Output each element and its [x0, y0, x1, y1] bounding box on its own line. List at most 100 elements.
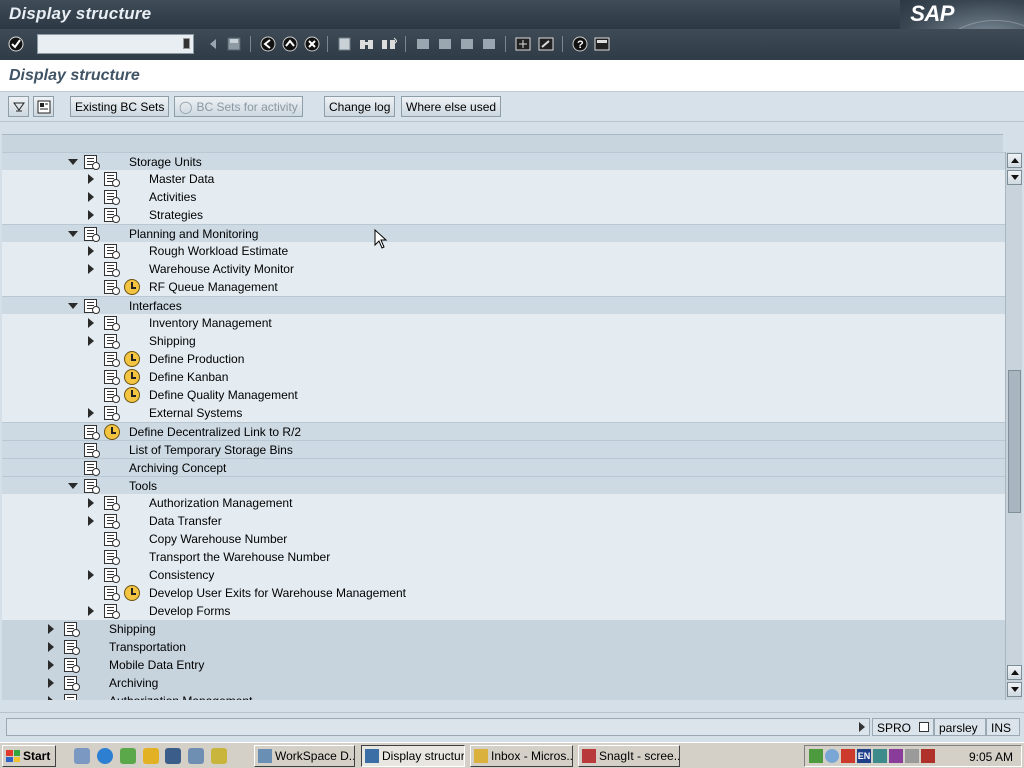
tree-node[interactable]: Strategies: [2, 206, 1005, 224]
documentation-icon[interactable]: [104, 244, 120, 259]
tree-node-label[interactable]: Inventory Management: [149, 316, 272, 330]
structure-tree[interactable]: Storage Units Master Data Activities Strate…: [2, 152, 1005, 700]
tree-node-label[interactable]: Rough Workload Estimate: [149, 244, 288, 258]
tree-node[interactable]: Archiving Concept: [2, 458, 1005, 476]
expanded-node-icon[interactable]: [68, 231, 78, 237]
tree-node-label[interactable]: Authorization Management: [109, 694, 252, 700]
last-page-icon[interactable]: [480, 35, 498, 53]
documentation-icon[interactable]: [84, 461, 100, 476]
snagit-quick-icon[interactable]: [211, 748, 227, 764]
tree-node-label[interactable]: Develop User Exits for Warehouse Managem…: [149, 586, 406, 600]
previous-page-icon[interactable]: [436, 35, 454, 53]
collapsed-node-icon[interactable]: [48, 624, 54, 634]
tree-node[interactable]: Define Decentralized Link to R/2: [2, 422, 1005, 440]
documentation-icon[interactable]: [64, 676, 80, 691]
tray-antivirus-icon[interactable]: [841, 749, 855, 763]
documentation-icon[interactable]: [104, 352, 120, 367]
tree-node-label[interactable]: Shipping: [149, 334, 196, 348]
tree-node-label[interactable]: Shipping: [109, 622, 156, 636]
tree-node-label[interactable]: Archiving: [109, 676, 158, 690]
folder-icon[interactable]: [143, 748, 159, 764]
tree-node-label[interactable]: Activities: [149, 190, 196, 204]
tree-node[interactable]: Shipping: [2, 620, 1005, 638]
command-field[interactable]: [37, 34, 194, 54]
documentation-icon[interactable]: [84, 155, 100, 170]
tray-alert-icon[interactable]: [921, 749, 935, 763]
documentation-icon[interactable]: [104, 496, 120, 511]
tray-messenger-icon[interactable]: [889, 749, 903, 763]
tree-node[interactable]: Transport the Warehouse Number: [2, 548, 1005, 566]
execute-activity-icon[interactable]: [124, 369, 140, 385]
documentation-icon[interactable]: [104, 190, 120, 205]
tree-node[interactable]: RF Queue Management: [2, 278, 1005, 296]
change-log-button[interactable]: Change log: [324, 96, 396, 117]
tray-volume-icon[interactable]: [825, 749, 839, 763]
documentation-icon[interactable]: [104, 568, 120, 583]
tree-node-label[interactable]: Planning and Monitoring: [129, 227, 258, 241]
media-icon[interactable]: [120, 748, 136, 764]
tree-node[interactable]: Copy Warehouse Number: [2, 530, 1005, 548]
tree-node-label[interactable]: Master Data: [149, 172, 214, 186]
status-expand-icon[interactable]: [859, 722, 865, 732]
tree-node[interactable]: Inventory Management: [2, 314, 1005, 332]
tree-node-label[interactable]: Authorization Management: [149, 496, 292, 510]
documentation-icon[interactable]: [64, 694, 77, 700]
tree-node-label[interactable]: Tools: [129, 479, 157, 493]
scrollbar-thumb[interactable]: [1008, 370, 1021, 513]
tree-node[interactable]: Transportation: [2, 638, 1005, 656]
create-session-icon[interactable]: [514, 35, 532, 53]
documentation-icon[interactable]: [64, 622, 80, 637]
tree-node-label[interactable]: Archiving Concept: [129, 461, 226, 475]
find-next-icon[interactable]: [380, 35, 398, 53]
collapsed-node-icon[interactable]: [88, 210, 94, 220]
documentation-icon[interactable]: [84, 443, 100, 458]
documentation-icon[interactable]: [104, 208, 120, 223]
documentation-icon[interactable]: [104, 370, 120, 385]
documentation-icon[interactable]: [64, 658, 80, 673]
documentation-icon[interactable]: [104, 388, 120, 403]
sap-logon-icon[interactable]: [165, 748, 181, 764]
transaction-field[interactable]: SPRO: [872, 718, 934, 736]
tree-node[interactable]: Mobile Data Entry: [2, 656, 1005, 674]
tray-network-icon[interactable]: [809, 749, 823, 763]
start-button[interactable]: Start: [2, 745, 56, 767]
tree-node[interactable]: Archiving: [2, 674, 1005, 692]
tree-node[interactable]: Authorization Management: [2, 494, 1005, 512]
command-input[interactable]: [38, 35, 178, 53]
where-else-used-button[interactable]: Where else used: [401, 96, 502, 117]
collapsed-node-icon[interactable]: [88, 408, 94, 418]
documentation-icon[interactable]: [104, 316, 120, 331]
vertical-scrollbar[interactable]: [1005, 152, 1022, 700]
system-info-icon[interactable]: [919, 722, 929, 732]
expanded-node-icon[interactable]: [68, 159, 78, 165]
documentation-icon[interactable]: [104, 334, 120, 349]
documentation-icon[interactable]: [84, 479, 100, 494]
language-indicator[interactable]: EN: [857, 749, 871, 763]
documentation-icon[interactable]: [104, 262, 120, 277]
taskbar-button-workspace[interactable]: WorkSpace D...: [254, 745, 355, 767]
tree-node[interactable]: External Systems: [2, 404, 1005, 422]
tree-node-label[interactable]: Interfaces: [129, 299, 182, 313]
tree-node[interactable]: Consistency: [2, 566, 1005, 584]
documentation-icon[interactable]: [104, 532, 120, 547]
tree-node-label[interactable]: Consistency: [149, 568, 214, 582]
bc-sets-for-activity-button[interactable]: ◯ BC Sets for activity: [174, 96, 303, 117]
collapsed-node-icon[interactable]: [88, 570, 94, 580]
documentation-icon[interactable]: [104, 550, 120, 565]
expanded-node-icon[interactable]: [68, 483, 78, 489]
documentation-icon[interactable]: [84, 299, 100, 314]
documentation-icon[interactable]: [104, 406, 120, 421]
help-icon[interactable]: ?: [571, 35, 589, 53]
tree-node[interactable]: Define Production: [2, 350, 1005, 368]
documentation-icon[interactable]: [84, 227, 100, 242]
tree-node[interactable]: Authorization Management: [2, 692, 1005, 700]
internet-explorer-icon[interactable]: [97, 748, 113, 764]
first-page-icon[interactable]: [414, 35, 432, 53]
collapsed-node-icon[interactable]: [88, 318, 94, 328]
documentation-icon[interactable]: [104, 514, 120, 529]
execute-activity-icon[interactable]: [124, 387, 140, 403]
tree-node[interactable]: Develop Forms: [2, 602, 1005, 620]
collapsed-node-icon[interactable]: [48, 678, 54, 688]
save-icon[interactable]: [225, 35, 243, 53]
next-page-icon[interactable]: [458, 35, 476, 53]
